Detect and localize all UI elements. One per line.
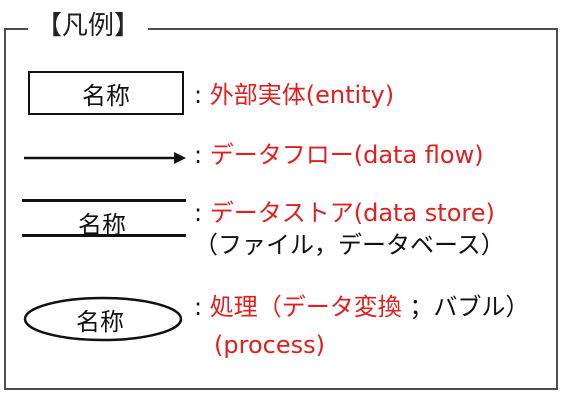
entity-symbol-label: 名称 <box>82 81 130 110</box>
process-text-red: 処理（データ変換 <box>209 293 402 321</box>
flow-text: データフロー(data flow) <box>209 141 484 169</box>
data-store-top-line <box>22 199 186 202</box>
process-colon: : <box>194 293 203 321</box>
entity-text: 外部実体(entity) <box>209 81 395 109</box>
store-symbol-label: 名称 <box>78 211 126 239</box>
store-description: : データストア(data store) <box>194 198 495 228</box>
flow-description: : データフロー(data flow) <box>194 140 484 170</box>
legend-title: 【凡例】 <box>28 6 149 46</box>
entity-description: : 外部実体(entity) <box>194 80 394 110</box>
flow-colon: : <box>194 141 203 169</box>
process-description: : 処理（データ変換 ；バブル） <box>194 292 529 322</box>
store-colon: : <box>194 199 203 227</box>
store-note: （ファイル，データベース） <box>194 231 505 259</box>
data-flow-arrow-icon <box>24 152 186 164</box>
process-text-en: (process) <box>214 331 325 359</box>
entity-symbol: 名称 <box>28 71 184 115</box>
store-text: データストア(data store) <box>209 199 495 227</box>
process-symbol-label: 名称 <box>76 308 124 336</box>
process-text-black: ；バブル） <box>409 293 530 321</box>
entity-colon: : <box>194 81 203 109</box>
